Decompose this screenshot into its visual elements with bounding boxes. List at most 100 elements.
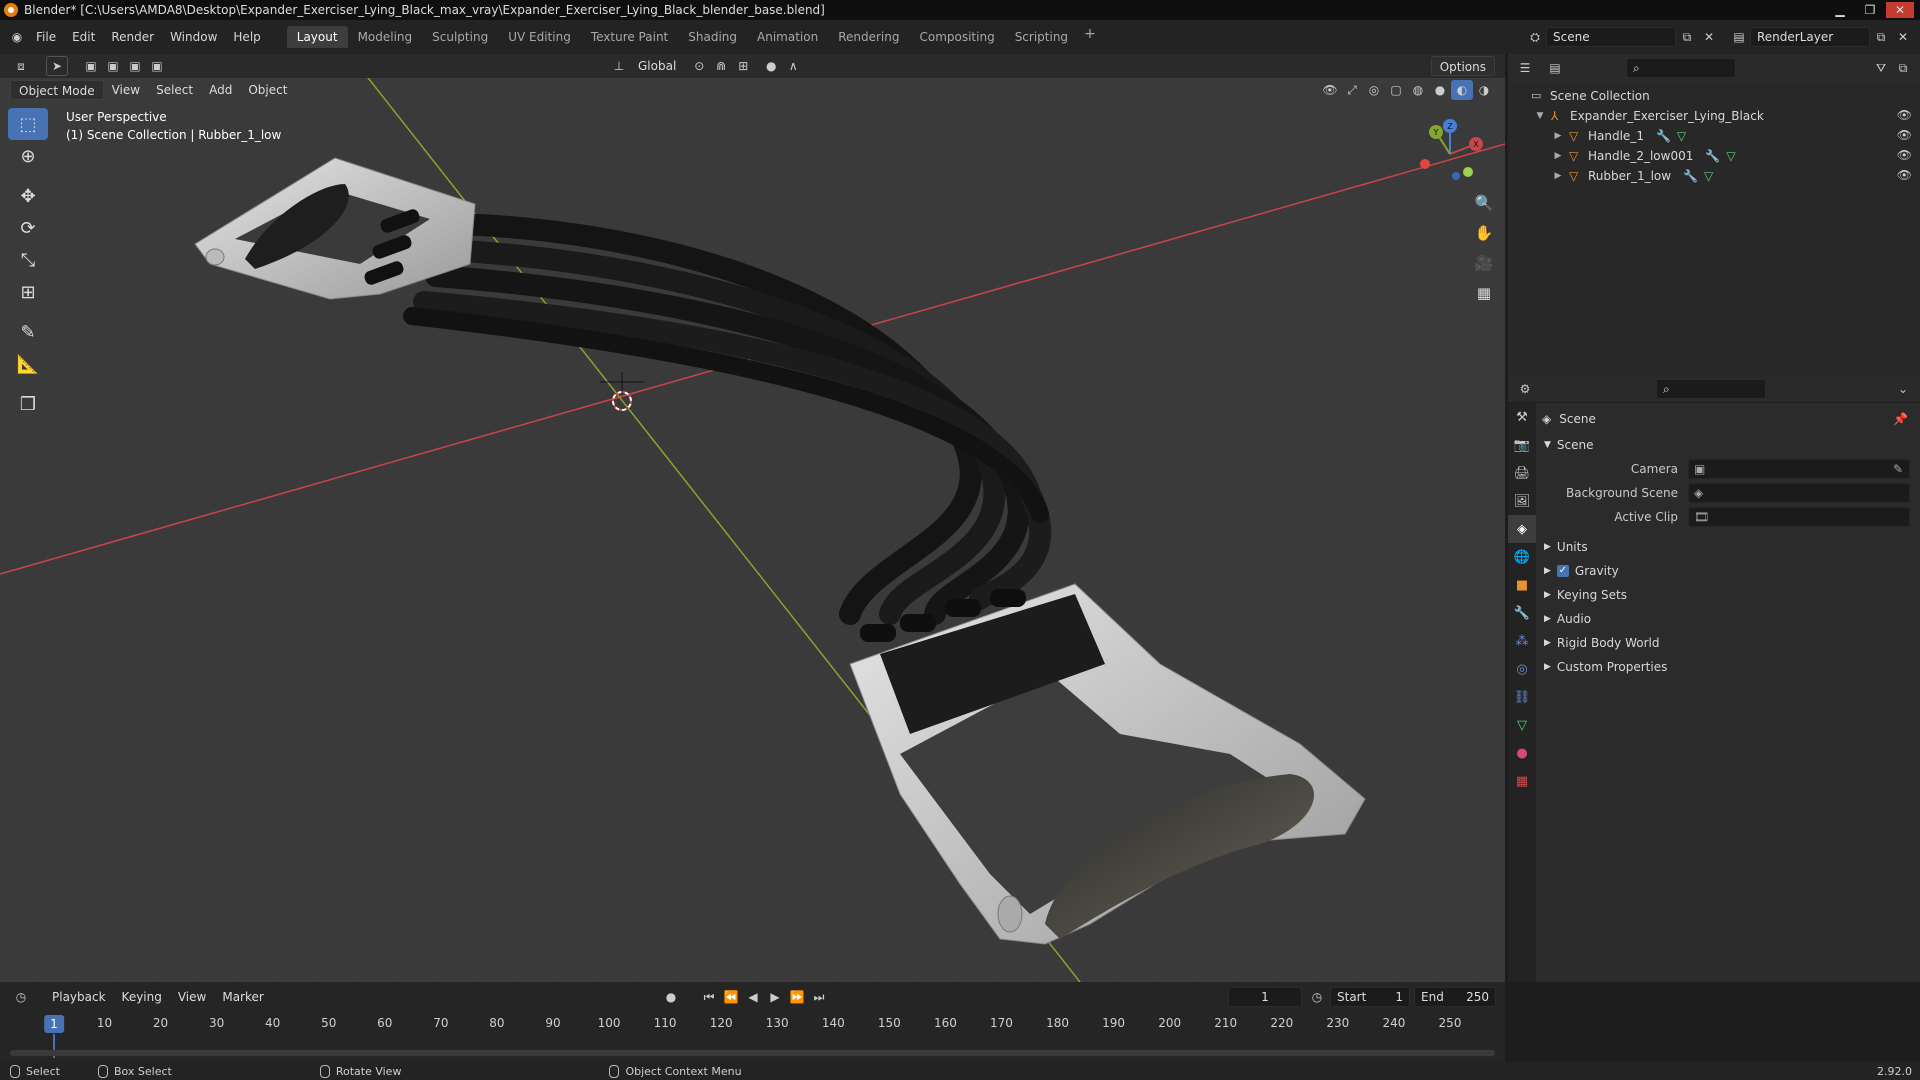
active-clip-field[interactable]: 🎞 [1688, 507, 1910, 527]
outliner-scene-collection[interactable]: ▭ Scene Collection [1508, 86, 1920, 106]
viewport-menu-object[interactable]: Object [240, 80, 295, 100]
start-frame-field[interactable]: Start 1 [1330, 987, 1410, 1007]
annotate-tool-icon[interactable]: ✎ [8, 316, 48, 348]
tab-modeling[interactable]: Modeling [348, 26, 423, 48]
properties-search-input[interactable]: ⌕ [1656, 378, 1766, 399]
gizmo-neg-y-icon[interactable] [1463, 167, 1473, 177]
viewport-canvas[interactable] [0, 54, 1505, 982]
shading-rendered-icon[interactable]: ◑ [1473, 80, 1495, 100]
pivot-point-icon[interactable]: ⊙ [688, 56, 710, 76]
constraints-tab-icon[interactable]: ⛓ [1508, 683, 1536, 711]
blender-menu-icon[interactable]: ◉ [6, 27, 28, 47]
playback-menu[interactable]: Playback [44, 987, 114, 1007]
delete-renderlayer-icon[interactable]: ✕ [1892, 27, 1914, 47]
camera-field[interactable]: ▣ ✎ [1688, 459, 1910, 479]
editor-type-icon[interactable]: ⧈ [10, 56, 32, 76]
tool-tab-icon[interactable]: ⚒ [1508, 403, 1536, 431]
outliner-item-rubber[interactable]: ▶ ▽ Rubber_1_low 🔧 ▽ 👁 [1508, 166, 1920, 186]
transform-orientation-select[interactable]: Global [630, 56, 684, 76]
timeline-view-menu[interactable]: View [170, 987, 214, 1007]
outliner-editor-icon[interactable]: ☰ [1514, 58, 1536, 78]
viewport-menu-select[interactable]: Select [148, 80, 201, 100]
outliner-collection[interactable]: ▼ ⅄ Expander_Exerciser_Lying_Black 👁 [1508, 106, 1920, 126]
menu-render[interactable]: Render [103, 26, 162, 48]
gizmo-toggle-icon[interactable]: ⤢ [1341, 80, 1363, 100]
end-frame-field[interactable]: End 250 [1414, 987, 1496, 1007]
object-tab-icon[interactable]: ■ [1508, 571, 1536, 599]
snap-target-icon[interactable]: ⊞ [732, 56, 754, 76]
jump-keyframe-forward-icon[interactable]: ⏩ [786, 987, 808, 1007]
visibility-eye-icon[interactable]: 👁 [1897, 108, 1912, 122]
ortho-toggle-icon[interactable]: ▦ [1470, 278, 1498, 308]
renderlayer-selector[interactable]: RenderLayer [1750, 27, 1870, 47]
pan-hand-icon[interactable]: ✋ [1470, 218, 1498, 248]
rigid-body-world-subpanel[interactable]: ▶ Rigid Body World [1538, 631, 1920, 655]
xray-icon[interactable]: ▢ [1385, 80, 1407, 100]
mesh-data-icon[interactable]: ▽ [1726, 149, 1735, 163]
keying-sets-subpanel[interactable]: ▶ Keying Sets [1538, 583, 1920, 607]
record-icon[interactable]: ● [660, 987, 682, 1007]
play-reverse-icon[interactable]: ◀ [742, 987, 764, 1007]
properties-options-icon[interactable]: ⌄ [1892, 379, 1914, 399]
viewport-menu-view[interactable]: View [104, 80, 148, 100]
view-layer-tab-icon[interactable]: 🖼 [1508, 487, 1536, 515]
tab-uv-editing[interactable]: UV Editing [498, 26, 581, 48]
expand-right-icon[interactable]: ▶ [1552, 131, 1564, 141]
visibility-eye-icon[interactable]: 👁 [1897, 168, 1912, 182]
modifier-tab-icon[interactable]: 🔧 [1508, 599, 1536, 627]
marker-menu[interactable]: Marker [214, 987, 271, 1007]
keying-menu[interactable]: Keying [114, 987, 170, 1007]
particles-tab-icon[interactable]: ⁂ [1508, 627, 1536, 655]
expand-down-icon[interactable]: ▼ [1534, 111, 1546, 121]
jump-start-icon[interactable]: ⏮ [698, 987, 720, 1007]
texture-tab-icon[interactable]: ▦ [1508, 767, 1536, 795]
mesh-data-tab-icon[interactable]: ▽ [1508, 711, 1536, 739]
background-scene-field[interactable]: ◈ [1688, 483, 1910, 503]
object-mode-select[interactable]: Object Mode [10, 80, 104, 100]
visibility-icon[interactable]: 👁 [1319, 80, 1341, 100]
select-mode-new-icon[interactable]: ▣ [80, 56, 102, 76]
cursor-tool-icon[interactable]: ⊕ [8, 140, 48, 172]
play-icon[interactable]: ▶ [764, 987, 786, 1007]
tab-texture-paint[interactable]: Texture Paint [581, 26, 678, 48]
outliner-item-handle-2[interactable]: ▶ ▽ Handle_2_low001 🔧 ▽ 👁 [1508, 146, 1920, 166]
menu-file[interactable]: File [28, 26, 64, 48]
falloff-icon[interactable]: ∧ [782, 56, 804, 76]
output-tab-icon[interactable]: 🖨 [1508, 459, 1536, 487]
move-tool-icon[interactable]: ✥ [8, 180, 48, 212]
overlay-toggle-icon[interactable]: ◎ [1363, 80, 1385, 100]
filter-icon[interactable]: ⛛ [1870, 58, 1892, 78]
scene-icon[interactable]: ⛭ [1524, 27, 1546, 47]
zoom-icon[interactable]: 🔍 [1470, 188, 1498, 218]
menu-edit[interactable]: Edit [64, 26, 103, 48]
custom-properties-subpanel[interactable]: ▶ Custom Properties [1538, 655, 1920, 679]
close-icon[interactable]: ✕ [1886, 2, 1914, 18]
shading-wireframe-icon[interactable]: ◍ [1407, 80, 1429, 100]
audio-subpanel[interactable]: ▶ Audio [1538, 607, 1920, 631]
visibility-eye-icon[interactable]: 👁 [1897, 128, 1912, 142]
snap-icon[interactable]: ⋒ [710, 56, 732, 76]
shading-material-icon[interactable]: ◐ [1451, 80, 1473, 100]
maximize-icon[interactable]: ❐ [1856, 2, 1884, 18]
rotate-tool-icon[interactable]: ⟳ [8, 212, 48, 244]
tab-scripting[interactable]: Scripting [1005, 26, 1078, 48]
scene-tab-icon[interactable]: ◈ [1508, 515, 1536, 543]
modifier-wrench-icon[interactable]: 🔧 [1683, 169, 1698, 183]
preview-range-icon[interactable]: ◷ [1306, 987, 1328, 1007]
outliner-search-input[interactable]: ⌕ [1626, 58, 1736, 78]
display-mode-icon[interactable]: ▤ [1544, 58, 1566, 78]
new-collection-icon[interactable]: ⧉ [1892, 58, 1914, 78]
shading-solid-icon[interactable]: ● [1429, 80, 1451, 100]
current-frame-field[interactable]: 1 [1228, 987, 1302, 1007]
measure-tool-icon[interactable]: 📐 [8, 348, 48, 380]
add-workspace-button[interactable]: + [1078, 26, 1102, 48]
menu-window[interactable]: Window [162, 26, 225, 48]
outliner-item-handle-1[interactable]: ▶ ▽ Handle_1 🔧 ▽ 👁 [1508, 126, 1920, 146]
select-mode-intersect-icon[interactable]: ▣ [146, 56, 168, 76]
new-scene-icon[interactable]: ⧉ [1676, 27, 1698, 47]
proportional-edit-icon[interactable]: ● [760, 56, 782, 76]
expand-right-icon[interactable]: ▶ [1552, 171, 1564, 181]
visibility-eye-icon[interactable]: 👁 [1897, 148, 1912, 162]
viewport-menu-add[interactable]: Add [201, 80, 240, 100]
new-renderlayer-icon[interactable]: ⧉ [1870, 27, 1892, 47]
